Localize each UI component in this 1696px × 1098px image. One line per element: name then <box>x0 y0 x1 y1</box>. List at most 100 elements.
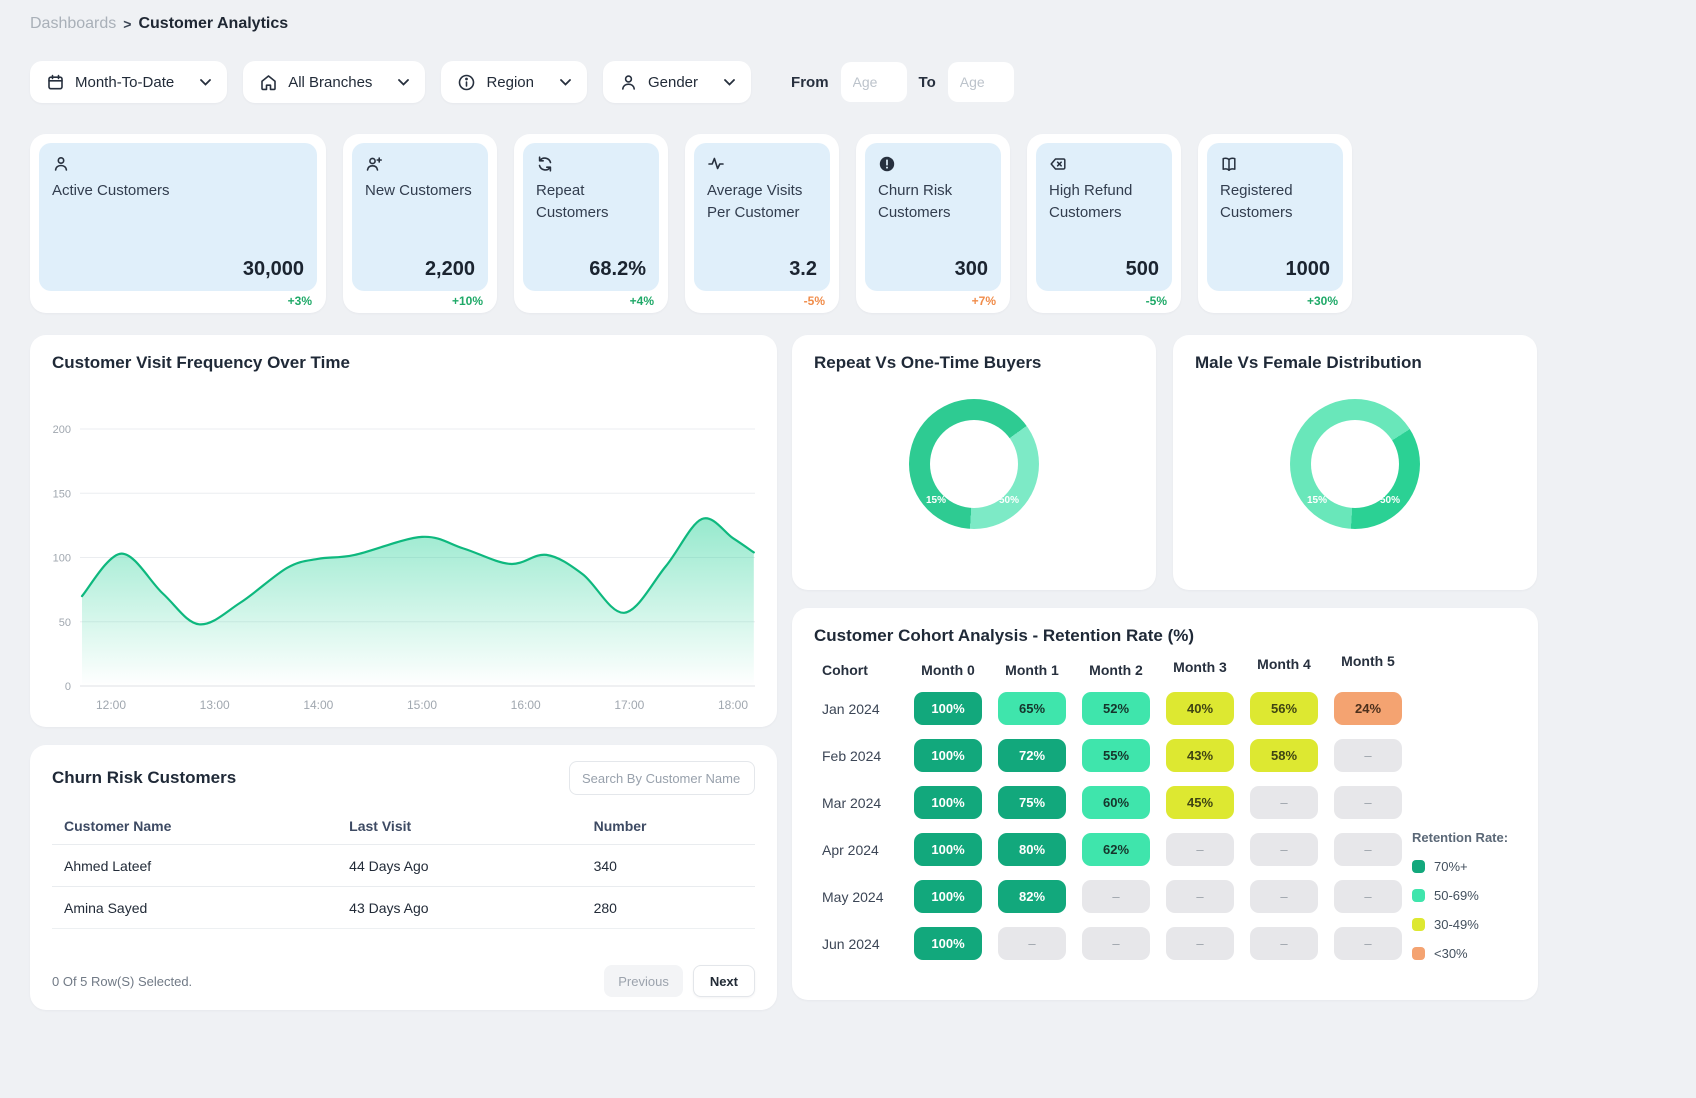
cohort-cell: 60% <box>1082 786 1150 819</box>
repeat-icon <box>536 155 554 173</box>
svg-text:150: 150 <box>53 488 71 500</box>
cohort-cell: 100% <box>914 739 982 772</box>
cohort-row-label: May 2024 <box>814 889 906 905</box>
legend-item: <30% <box>1412 946 1524 961</box>
col-number: Number <box>594 818 743 834</box>
cohort-cell: – <box>1250 786 1318 819</box>
col-customer-name: Customer Name <box>64 818 349 834</box>
table-row[interactable]: Ahmed Lateef 44 Days Ago 340 <box>52 845 755 887</box>
cohort-cell: – <box>1334 880 1402 913</box>
male-vs-female-donut-chart: 15% 50% <box>1290 399 1420 529</box>
kpi-value: 2,200 <box>425 258 475 281</box>
cohort-cell: – <box>1250 833 1318 866</box>
donut-segment-label: 50% <box>1380 495 1400 506</box>
cohort-row-label: Jun 2024 <box>814 936 906 952</box>
activity-icon <box>707 155 725 173</box>
date-range-dropdown[interactable]: Month-To-Date <box>30 61 227 103</box>
kpi-delta: +30% <box>1307 294 1338 308</box>
kpi-row: Active Customers 30,000 +3% New Customer… <box>30 134 1352 313</box>
svg-text:13:00: 13:00 <box>200 698 230 712</box>
cohort-cell: – <box>1082 880 1150 913</box>
legend-label: <30% <box>1434 946 1468 961</box>
cohort-grid: Cohort Month 0 Month 1 Month 2 Month 3 M… <box>814 662 1410 960</box>
cohort-row-label: Feb 2024 <box>814 748 906 764</box>
kpi-value: 500 <box>1126 258 1159 281</box>
gender-dropdown[interactable]: Gender <box>603 61 751 103</box>
legend-swatch <box>1412 860 1425 873</box>
cohort-cell: 82% <box>998 880 1066 913</box>
legend-item: 30-49% <box>1412 917 1524 932</box>
repeat-vs-onetime-donut-chart: 15% 50% <box>909 399 1039 529</box>
cohort-cell: 40% <box>1166 692 1234 725</box>
next-button[interactable]: Next <box>693 965 755 997</box>
cohort-cell: 45% <box>1166 786 1234 819</box>
table-row[interactable]: Amina Sayed 43 Days Ago 280 <box>52 887 755 929</box>
user-icon <box>52 155 70 173</box>
cohort-header: Cohort <box>814 662 906 678</box>
legend-swatch <box>1412 889 1425 902</box>
svg-text:100: 100 <box>53 553 71 565</box>
cohort-cell: 100% <box>914 833 982 866</box>
cohort-cell: 80% <box>998 833 1066 866</box>
age-range-filter: From To <box>791 62 1014 102</box>
kpi-value: 68.2% <box>589 258 646 281</box>
cohort-header: Month 3 <box>1158 659 1242 675</box>
kpi-delta: -5% <box>804 294 825 308</box>
cohort-header: Month 2 <box>1074 662 1158 678</box>
cohort-cell: 100% <box>914 880 982 913</box>
branch-dropdown[interactable]: All Branches <box>243 61 425 103</box>
donut-segment-label: 15% <box>1307 495 1327 506</box>
svg-text:50: 50 <box>59 617 71 629</box>
kpi-delta: +3% <box>288 294 312 308</box>
kpi-delta: +7% <box>972 294 996 308</box>
kpi-repeat-customers: Repeat Customers 68.2% +4% <box>514 134 668 313</box>
cohort-row-label: Mar 2024 <box>814 795 906 811</box>
cohort-header: Month 1 <box>990 662 1074 678</box>
kpi-churn-risk: Churn Risk Customers 300 +7% <box>856 134 1010 313</box>
cohort-cell: 65% <box>998 692 1066 725</box>
user-plus-icon <box>365 155 383 173</box>
cohort-analysis-title: Customer Cohort Analysis - Retention Rat… <box>814 626 1516 646</box>
customer-search-input[interactable] <box>569 761 755 795</box>
legend-swatch <box>1412 918 1425 931</box>
kpi-delta: +10% <box>452 294 483 308</box>
cohort-cell: 100% <box>914 692 982 725</box>
chevron-down-icon <box>398 79 409 86</box>
kpi-active-customers: Active Customers 30,000 +3% <box>30 134 326 313</box>
svg-text:15:00: 15:00 <box>407 698 437 712</box>
legend-label: 30-49% <box>1434 917 1479 932</box>
cohort-header: Month 0 <box>906 662 990 678</box>
table-fade <box>52 925 755 943</box>
cohort-cell: – <box>1250 880 1318 913</box>
donut-segment-label: 50% <box>999 495 1019 506</box>
churn-table-header: Customer Name Last Visit Number <box>52 807 755 845</box>
cell-number: 340 <box>594 858 743 874</box>
svg-text:0: 0 <box>65 681 71 693</box>
legend-title: Retention Rate: <box>1412 830 1524 845</box>
cohort-header: Month 4 <box>1242 656 1326 672</box>
repeat-vs-onetime-title: Repeat Vs One-Time Buyers <box>814 353 1134 373</box>
previous-button[interactable]: Previous <box>604 965 683 997</box>
region-dropdown[interactable]: Region <box>441 61 587 103</box>
kpi-label: Active Customers <box>52 180 304 202</box>
kpi-value: 30,000 <box>243 258 304 281</box>
backspace-icon <box>1049 155 1067 173</box>
kpi-registered-customers: Registered Customers 1000 +30% <box>1198 134 1352 313</box>
kpi-label: Repeat Customers <box>536 180 646 224</box>
breadcrumb-dashboards-link[interactable]: Dashboards <box>30 15 116 33</box>
cohort-row-label: Jan 2024 <box>814 701 906 717</box>
age-from-input[interactable] <box>841 62 907 102</box>
cohort-cell: – <box>1334 786 1402 819</box>
cohort-cell: – <box>1082 927 1150 960</box>
dashboard-page: Dashboards > Customer Analytics Month-To… <box>0 0 1696 1010</box>
breadcrumb-separator: > <box>123 16 131 32</box>
cohort-cell: 24% <box>1334 692 1402 725</box>
cohort-cell: 72% <box>998 739 1066 772</box>
book-icon <box>1220 155 1238 173</box>
svg-text:200: 200 <box>53 424 71 436</box>
info-icon <box>457 73 476 92</box>
breadcrumb: Dashboards > Customer Analytics <box>30 15 1666 33</box>
male-vs-female-card: Male Vs Female Distribution 15% 50% <box>1173 335 1537 590</box>
cell-number: 280 <box>594 900 743 916</box>
age-to-input[interactable] <box>948 62 1014 102</box>
